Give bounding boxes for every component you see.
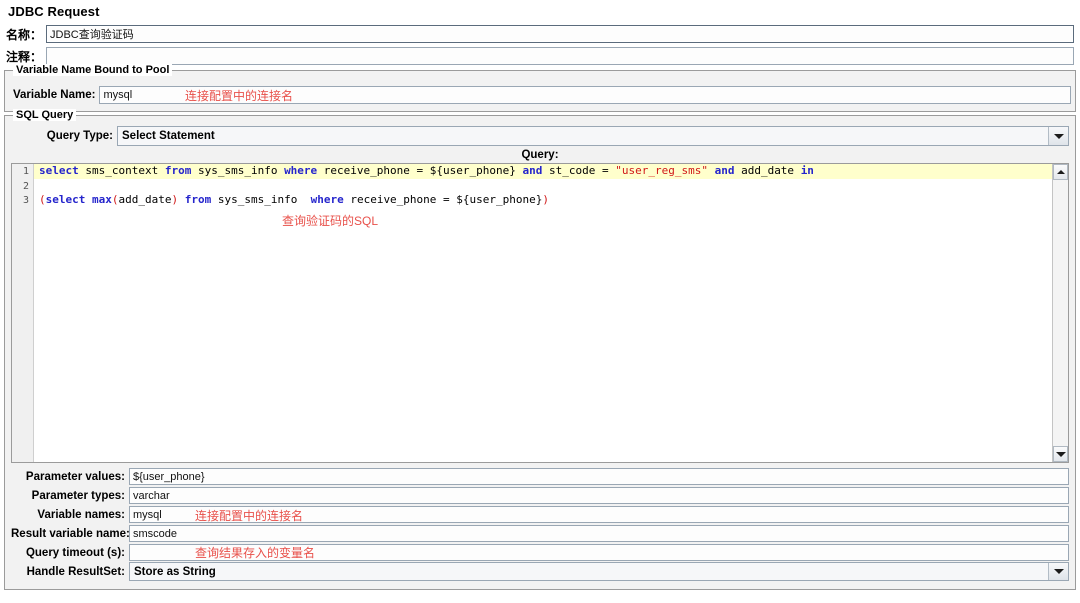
- variable-names-row: Variable names: 连接配置中的连接名: [11, 505, 1069, 524]
- name-row: 名称：: [0, 23, 1080, 45]
- sql-group-title: SQL Query: [13, 109, 77, 121]
- parameter-values-label: Parameter values:: [25, 470, 125, 483]
- line-number-gutter: 1 2 3: [12, 164, 34, 462]
- variable-names-input[interactable]: [129, 506, 1069, 523]
- parameter-values-input[interactable]: [129, 468, 1069, 485]
- result-variable-name-row: Result variable name: 查询结果存入的变量名: [11, 524, 1069, 560]
- jdbc-parameters: Parameter values: Parameter types: Varia…: [11, 467, 1069, 581]
- comment-input[interactable]: [46, 47, 1074, 65]
- pool-group-title: Variable Name Bound to Pool: [13, 64, 173, 76]
- scroll-down-arrow-icon[interactable]: [1053, 446, 1068, 462]
- query-timeout-row: Query timeout (s):: [11, 543, 1069, 562]
- name-label: 名称：: [6, 27, 43, 42]
- handle-resultset-label: Handle ResultSet:: [26, 565, 125, 578]
- sql-query-group: SQL Query Query Type: Select Statement Q…: [4, 109, 1076, 590]
- line-number: 3: [22, 195, 29, 206]
- comment-label: 注释：: [6, 49, 43, 64]
- pool-variable-row: Variable Name: 连接配置中的连接名: [9, 85, 1071, 104]
- query-timeout-label: Query timeout (s):: [25, 546, 125, 559]
- line-number: 2: [22, 180, 29, 192]
- query-type-row: Query Type: Select Statement: [11, 126, 1069, 146]
- handle-resultset-value: Store as String: [134, 565, 216, 578]
- chevron-down-icon[interactable]: [1048, 127, 1068, 145]
- page-title: JDBC Request: [8, 4, 100, 19]
- query-timeout-input[interactable]: [129, 544, 1069, 561]
- scroll-up-arrow-icon[interactable]: [1053, 164, 1068, 180]
- handle-resultset-row: Handle ResultSet: Store as String: [11, 562, 1069, 581]
- variable-names-label: Variable names:: [37, 508, 125, 521]
- handle-resultset-combobox[interactable]: Store as String: [129, 562, 1069, 581]
- sql-code-line: select sms_context from sys_sms_info whe…: [34, 164, 1052, 179]
- query-type-value: Select Statement: [122, 130, 215, 142]
- parameter-values-row: Parameter values:: [11, 467, 1069, 486]
- parameter-types-label: Parameter types:: [31, 489, 125, 502]
- query-caption: Query:: [521, 149, 559, 161]
- sql-editor[interactable]: 1 2 3 select sms_context from sys_sms_info…: [11, 163, 1069, 463]
- sql-code-area[interactable]: select sms_context from sys_sms_info whe…: [34, 164, 1052, 462]
- pool-variable-name-input[interactable]: [99, 85, 1071, 104]
- parameter-types-row: Parameter types:: [11, 486, 1069, 505]
- parameter-types-input[interactable]: [129, 487, 1069, 504]
- result-variable-name-label: Result variable name:: [11, 527, 130, 540]
- sql-editor-scrollbar[interactable]: [1052, 164, 1068, 462]
- variable-name-bound-to-pool-group: Variable Name Bound to Pool Variable Nam…: [4, 64, 1076, 112]
- sql-annotation: 查询验证码的SQL: [282, 214, 379, 228]
- name-input[interactable]: [46, 25, 1074, 43]
- result-variable-name-input[interactable]: [129, 525, 1069, 542]
- query-type-combobox[interactable]: Select Statement: [117, 126, 1069, 146]
- pool-variable-name-label: Variable Name:: [13, 88, 96, 101]
- chevron-down-icon[interactable]: [1048, 563, 1068, 580]
- sql-code-line: (select max(add_date) from sys_sms_info …: [39, 193, 550, 206]
- scrollbar-track[interactable]: [1053, 180, 1068, 446]
- line-number: 1: [22, 166, 29, 177]
- query-type-label: Query Type:: [46, 130, 113, 142]
- sql-code-line: [34, 179, 1052, 194]
